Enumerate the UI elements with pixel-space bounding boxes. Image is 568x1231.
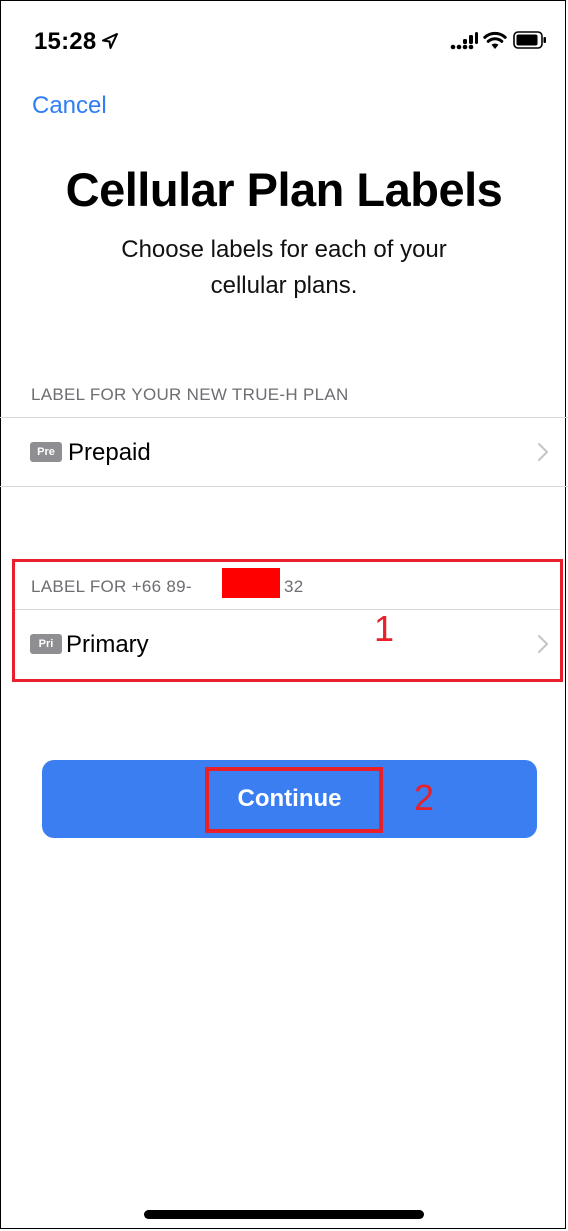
status-bar: 15:28 [0, 0, 568, 90]
chevron-right-icon [538, 443, 548, 461]
cellular-signal-icon [450, 32, 478, 50]
page-title: Cellular Plan Labels [65, 163, 503, 216]
plan-badge-pre: Pre [30, 442, 62, 462]
cancel-button[interactable]: Cancel [32, 92, 107, 120]
page-subtitle: Choose labels for each of your cellular … [121, 236, 447, 299]
annotation-number-1: 1 [374, 608, 395, 649]
label-row-new-plan[interactable]: Pre Prepaid [0, 418, 568, 486]
annotation-box-2 [205, 767, 383, 833]
location-arrow-icon [102, 33, 118, 49]
home-indicator[interactable] [144, 1210, 424, 1219]
annotation-number-2: 2 [414, 777, 435, 818]
section-header-new-plan: LABEL FOR YOUR NEW TRUE-H PLAN [31, 385, 349, 404]
annotation-box-1 [12, 559, 563, 682]
row-label-prepaid: Prepaid [68, 439, 151, 466]
status-time: 15:28 [34, 28, 97, 55]
divider [0, 486, 568, 487]
battery-icon [513, 31, 546, 49]
wifi-icon [483, 31, 507, 49]
